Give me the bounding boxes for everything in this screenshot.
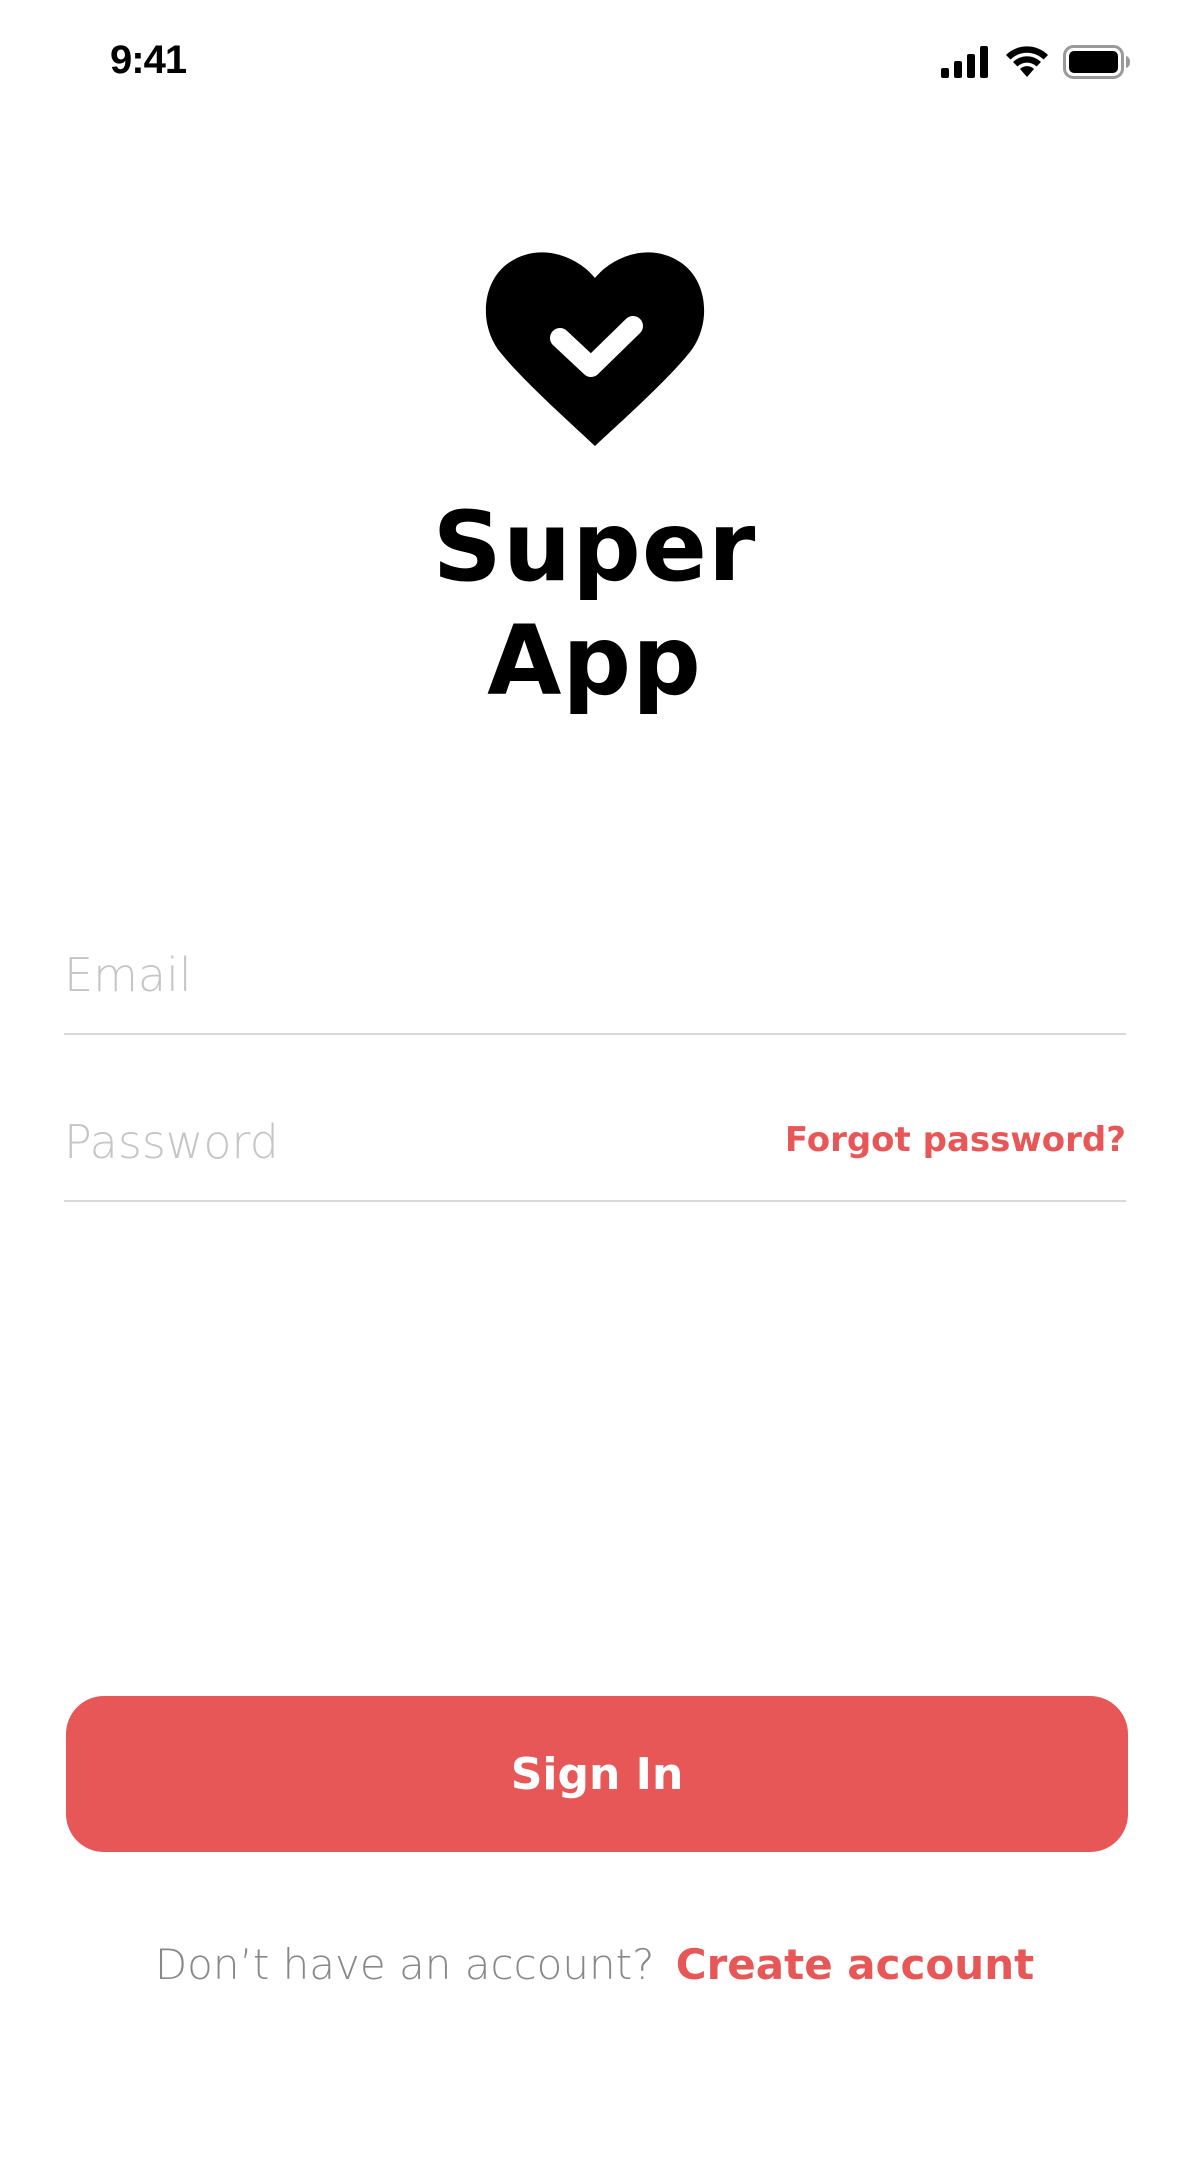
no-account-prompt: Don’t have an account? (154, 1940, 655, 1989)
app-title-line2: App (487, 605, 702, 717)
app-title-line1: Super (432, 491, 757, 603)
battery-icon (1063, 45, 1130, 79)
password-field[interactable] (64, 1082, 764, 1202)
forgot-password-link[interactable]: Forgot password? (785, 1120, 1126, 1160)
footer: Don’t have an account? Create account (0, 1940, 1189, 1989)
app-title: Super App (0, 490, 1189, 718)
status-time: 9:41 (110, 38, 187, 82)
wifi-icon (1006, 46, 1048, 77)
status-icons (941, 44, 1131, 80)
sign-in-button[interactable]: Sign In (66, 1696, 1128, 1852)
cellular-signal-icon (941, 46, 988, 78)
password-field-container: Forgot password? (64, 1082, 1126, 1202)
create-account-link[interactable]: Create account (676, 1940, 1034, 1989)
status-bar: 9:41 (0, 0, 1189, 130)
heart-check-icon (484, 252, 706, 446)
email-field[interactable] (64, 915, 1126, 1035)
email-field-container (64, 915, 1126, 1035)
